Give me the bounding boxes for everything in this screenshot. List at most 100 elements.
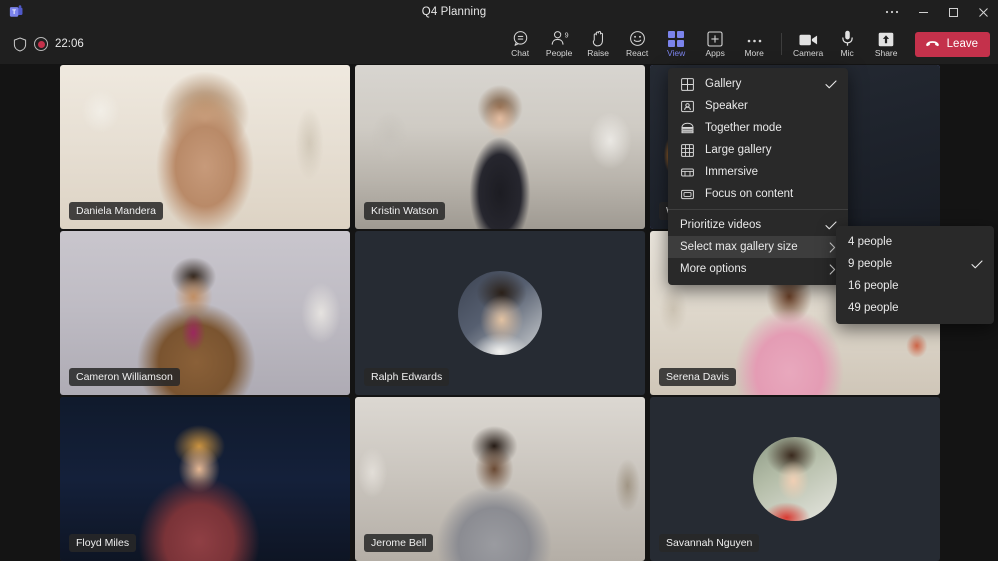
react-emoji-icon <box>629 30 646 47</box>
toolbar-button-camera[interactable]: Camera <box>789 24 828 64</box>
title-bar: T Q4 Planning <box>0 0 998 24</box>
toolbar-button-more[interactable]: More <box>735 24 774 64</box>
gallery-size-submenu: 4 people 9 people 16 people 49 people <box>836 226 994 324</box>
teams-meeting-window: T Q4 Planning 22:06 <box>0 0 998 561</box>
share-screen-icon <box>878 30 894 47</box>
menu-item-immersive[interactable]: Immersive <box>668 161 848 183</box>
video-gallery: Daniela Mandera Kristin Watson Wade Warr… <box>0 64 998 561</box>
toolbar-label-share: Share <box>875 48 898 58</box>
menu-label-large-gallery: Large gallery <box>705 144 814 156</box>
check-icon <box>970 260 984 269</box>
toolbar-button-apps[interactable]: Apps <box>696 24 735 64</box>
menu-label-prioritize-videos: Prioritize videos <box>680 219 814 231</box>
menu-label-speaker: Speaker <box>705 100 814 112</box>
toolbar-divider <box>781 33 782 55</box>
participant-tile[interactable]: Cameron Williamson <box>60 231 350 395</box>
view-menu: Gallery Speaker Together mode <box>668 68 848 285</box>
leave-button[interactable]: Leave <box>915 32 990 57</box>
toolbar-label-camera: Camera <box>793 48 823 58</box>
menu-item-prioritize-videos[interactable]: Prioritize videos <box>668 214 848 236</box>
toolbar-label-react: React <box>626 48 648 58</box>
toolbar-button-react[interactable]: React <box>618 24 657 64</box>
participant-name: Serena Davis <box>659 368 736 386</box>
close-icon[interactable] <box>968 0 998 24</box>
submenu-label-49-people: 49 people <box>848 302 960 314</box>
participant-name: Ralph Edwards <box>364 368 449 386</box>
menu-item-speaker[interactable]: Speaker <box>668 95 848 117</box>
submenu-label-4-people: 4 people <box>848 236 960 248</box>
menu-label-focus-on-content: Focus on content <box>705 188 814 200</box>
participant-tile[interactable]: Floyd Miles <box>60 397 350 561</box>
menu-item-select-max-gallery-size[interactable]: Select max gallery size <box>668 236 848 258</box>
menu-label-immersive: Immersive <box>705 166 814 178</box>
participant-name: Floyd Miles <box>69 534 136 552</box>
participant-tile[interactable]: Kristin Watson <box>355 65 645 229</box>
submenu-item-4-people[interactable]: 4 people <box>836 231 994 253</box>
more-window-options-icon[interactable] <box>876 0 908 24</box>
toolbar-actions: Chat 9 People Raise React <box>501 24 998 64</box>
raise-hand-icon <box>591 30 606 47</box>
check-icon <box>824 80 838 89</box>
gallery-grid-icon <box>680 78 695 91</box>
participant-name: Daniela Mandera <box>69 202 163 220</box>
toolbar-button-share[interactable]: Share <box>867 24 906 64</box>
view-grid-icon <box>668 30 684 47</box>
leave-button-label: Leave <box>947 38 978 50</box>
more-ellipsis-icon <box>746 30 763 47</box>
submenu-item-49-people[interactable]: 49 people <box>836 297 994 319</box>
teams-logo-icon: T <box>0 0 32 24</box>
window-title: Q4 Planning <box>32 6 876 18</box>
together-mode-icon <box>680 122 695 135</box>
menu-label-more-options: More options <box>680 263 816 275</box>
toolbar-label-view: View <box>667 48 685 58</box>
menu-label-select-max-gallery-size: Select max gallery size <box>680 241 816 253</box>
menu-item-more-options[interactable]: More options <box>668 258 848 280</box>
meeting-status-group: 22:06 <box>0 37 84 52</box>
recording-indicator-icon <box>34 37 48 51</box>
participant-tile[interactable]: Savannah Nguyen <box>650 397 940 561</box>
participant-name: Kristin Watson <box>364 202 445 220</box>
toolbar-button-raise[interactable]: Raise <box>579 24 618 64</box>
immersive-icon <box>680 166 695 179</box>
maximize-icon[interactable] <box>938 0 968 24</box>
focus-content-icon <box>680 188 695 201</box>
menu-item-together-mode[interactable]: Together mode <box>668 117 848 139</box>
toolbar-label-more: More <box>744 48 763 58</box>
toolbar-label-people: People <box>546 48 572 58</box>
toolbar-label-mic: Mic <box>841 48 854 58</box>
participant-tile[interactable]: Daniela Mandera <box>60 65 350 229</box>
menu-separator <box>668 209 848 210</box>
svg-text:9: 9 <box>564 32 568 40</box>
participant-tile[interactable]: Ralph Edwards <box>355 231 645 395</box>
submenu-item-16-people[interactable]: 16 people <box>836 275 994 297</box>
avatar <box>753 437 837 521</box>
minimize-icon[interactable] <box>908 0 938 24</box>
participant-name: Savannah Nguyen <box>659 534 759 552</box>
participant-tile[interactable]: Jerome Bell <box>355 397 645 561</box>
participant-name: Cameron Williamson <box>69 368 180 386</box>
toolbar-label-chat: Chat <box>511 48 529 58</box>
chat-icon <box>512 30 529 47</box>
microphone-icon <box>841 30 854 47</box>
toolbar-label-apps: Apps <box>705 48 724 58</box>
toolbar-label-raise: Raise <box>587 48 609 58</box>
toolbar-button-chat[interactable]: Chat <box>501 24 540 64</box>
people-icon: 9 <box>550 30 569 47</box>
toolbar-button-people[interactable]: 9 People <box>540 24 579 64</box>
apps-plus-icon <box>707 30 723 47</box>
meeting-toolbar: 22:06 Chat 9 People Raise <box>0 24 998 64</box>
camera-icon <box>799 30 818 47</box>
menu-item-focus-on-content[interactable]: Focus on content <box>668 183 848 205</box>
hang-up-icon <box>925 40 940 49</box>
participant-name: Jerome Bell <box>364 534 433 552</box>
submenu-item-9-people[interactable]: 9 people <box>836 253 994 275</box>
toolbar-button-view[interactable]: View <box>657 24 696 64</box>
menu-label-together-mode: Together mode <box>705 122 814 134</box>
menu-item-gallery[interactable]: Gallery <box>668 73 848 95</box>
submenu-label-9-people: 9 people <box>848 258 960 270</box>
menu-item-large-gallery[interactable]: Large gallery <box>668 139 848 161</box>
svg-text:T: T <box>12 9 16 16</box>
toolbar-button-mic[interactable]: Mic <box>828 24 867 64</box>
meeting-timer: 22:06 <box>55 38 84 50</box>
menu-label-gallery: Gallery <box>705 78 814 90</box>
